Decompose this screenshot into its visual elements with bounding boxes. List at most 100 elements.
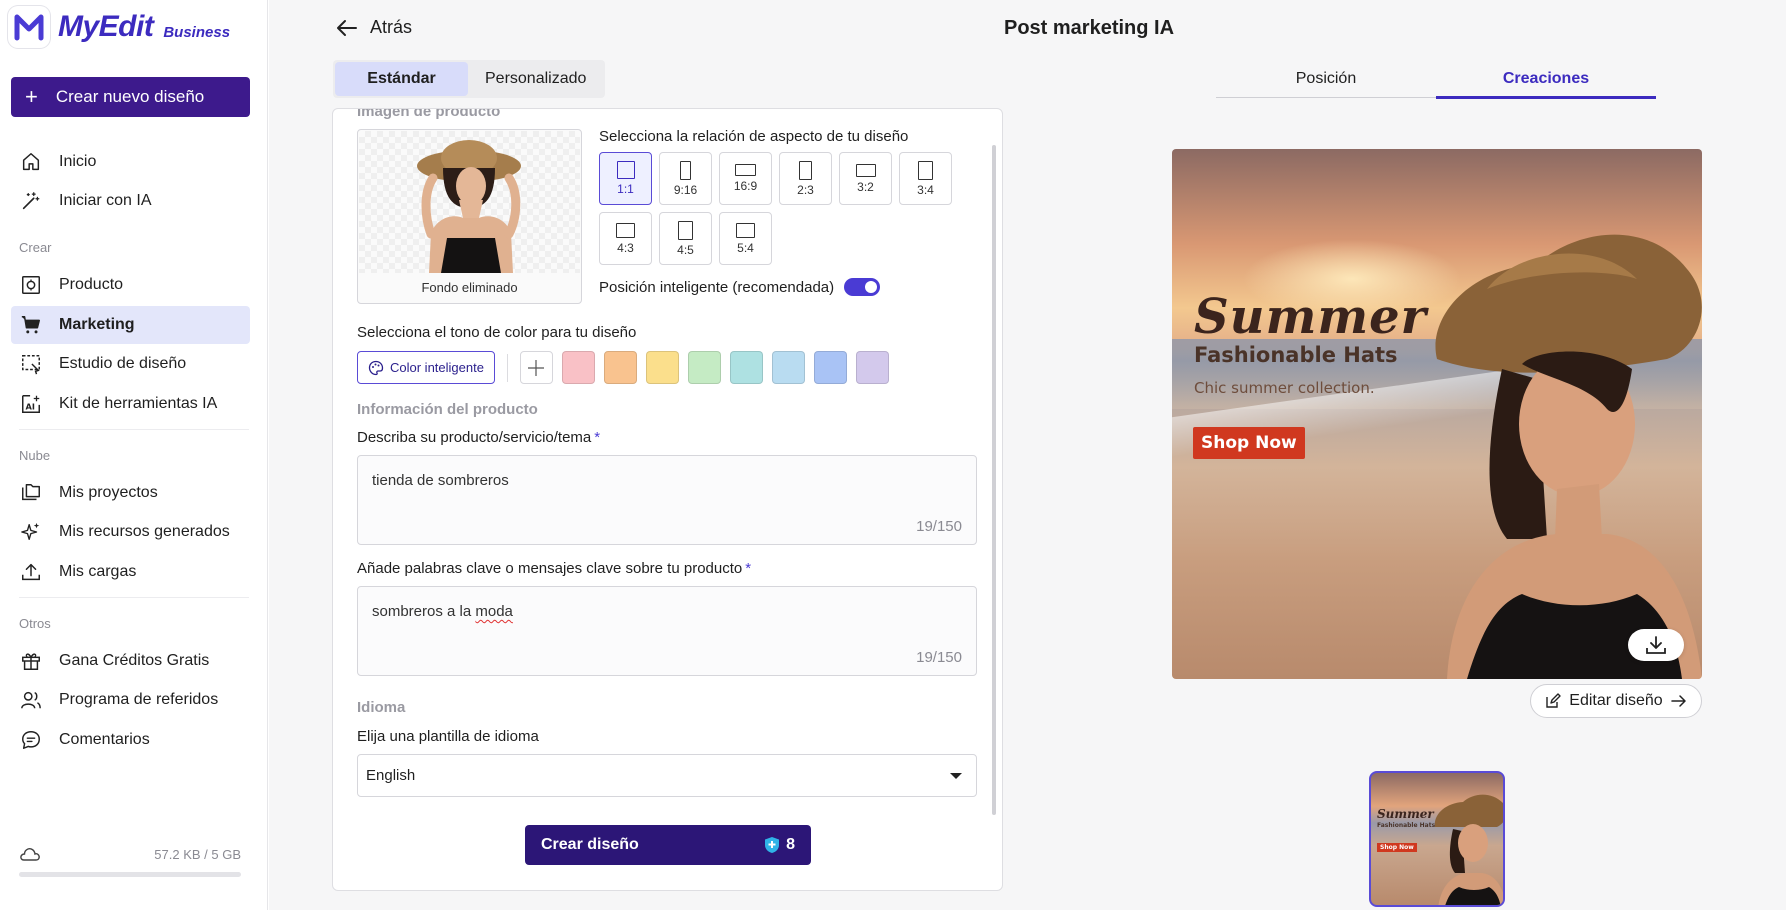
sidebar-item-label: Producto [59,276,124,293]
myedit-logo-icon [8,6,50,48]
sidebar-divider [19,429,249,430]
ratio-4-3[interactable]: 4:3 [599,212,652,265]
sidebar-item-programa-referidos[interactable]: Programa de referidos [11,681,250,719]
color-tone-title: Selecciona el tono de color para tu dise… [357,324,637,341]
sidebar-item-label: Mis recursos generados [59,523,230,540]
add-color-button[interactable] [519,351,553,384]
smart-color-button[interactable]: Color inteligente [357,351,495,384]
page-title: Post marketing IA [1004,17,1175,39]
sidebar-item-label: Mis cargas [59,563,137,580]
cart-icon [21,316,40,334]
section-label-crear: Crear [19,240,52,255]
ai-toolkit-icon: AI [22,395,40,413]
back-button[interactable]: Atrás [336,17,412,38]
ratio-5-4[interactable]: 5:4 [719,212,772,265]
edit-design-label: Editar diseño [1569,692,1663,709]
sidebar-item-producto[interactable]: Producto [11,266,250,304]
brand-name: MyEdit [58,10,154,43]
cloud-icon [20,848,40,861]
language-select[interactable]: English [357,754,977,797]
create-design-label: Crear diseño [541,836,639,853]
tab-personalizado[interactable]: Personalizado [468,62,603,96]
product-image-label: Imagen de producto [357,108,501,120]
sidebar: MyEdit Business + Crear nuevo diseño Ini… [0,0,268,910]
folders-icon [22,484,40,501]
palette-icon [368,360,384,375]
create-new-design-button[interactable]: + Crear nuevo diseño [11,77,250,117]
color-swatch-blue[interactable] [813,351,847,384]
keywords-textarea[interactable]: sombreros a la moda 19/150 [357,586,977,676]
generated-design-preview[interactable]: Summer Fashionable Hats Chic summer coll… [1172,149,1702,679]
color-swatch-pink[interactable] [561,351,595,384]
ratio-3-4[interactable]: 3:4 [899,152,952,205]
sidebar-item-marketing[interactable]: Marketing [11,306,250,344]
product-image-card[interactable]: Fondo eliminado [357,129,582,304]
home-icon [22,153,40,171]
storage-indicator: 57.2 KB / 5 GB [19,846,241,877]
color-swatch-orange[interactable] [603,351,637,384]
smart-position-toggle[interactable] [844,278,881,296]
edit-design-button[interactable]: Editar diseño [1530,684,1702,718]
arrow-left-icon [337,19,357,36]
color-swatch-yellow[interactable] [645,351,679,384]
ratio-9-16[interactable]: 9:16 [659,152,712,205]
section-label-otros: Otros [19,616,51,631]
design-headline: Summer [1194,289,1427,345]
language-label: Elija una plantilla de idioma [357,728,539,745]
download-icon [1646,636,1666,654]
color-swatch-teal[interactable] [729,351,763,384]
ratio-16-9[interactable]: 16:9 [719,152,772,205]
ratio-title: Selecciona la relación de aspecto de tu … [599,128,909,145]
logo[interactable]: MyEdit Business [8,6,230,48]
tab-posicion[interactable]: Posición [1216,60,1436,97]
color-swatch-light-blue[interactable] [771,351,805,384]
back-label: Atrás [370,17,413,37]
smart-color-label: Color inteligente [390,360,484,375]
storage-text: 57.2 KB / 5 GB [154,846,241,862]
sidebar-item-estudio-de-diseno[interactable]: Estudio de diseño [11,345,250,383]
product-image [417,140,521,273]
product-image-caption: Fondo eliminado [421,280,518,295]
download-button[interactable] [1628,629,1684,661]
tab-estandar[interactable]: Estándar [335,62,468,96]
ratio-3-2[interactable]: 3:2 [839,152,892,205]
create-design-button[interactable]: Crear diseño 8 [525,825,811,865]
describe-textarea[interactable]: tienda de sombreros 19/150 [357,455,977,545]
design-cta-button: Shop Now [1193,427,1305,459]
panel-scrollbar[interactable] [992,145,996,815]
describe-value: tienda de sombreros [372,472,509,489]
sidebar-item-inicio[interactable]: Inicio [11,143,250,181]
sidebar-item-label: Comentarios [59,731,150,748]
ratio-4-5[interactable]: 4:5 [659,212,712,265]
model-image [1435,234,1702,679]
sidebar-item-gana-creditos[interactable]: Gana Créditos Gratis [11,642,250,680]
sparkles-icon [21,522,40,541]
sidebar-item-comentarios[interactable]: Comentarios [11,721,250,759]
creation-thumbnail[interactable]: Summer Fashionable Hats Shop Now [1369,771,1505,907]
sidebar-item-mis-proyectos[interactable]: Mis proyectos [11,474,250,512]
section-label-nube: Nube [19,448,51,463]
color-tone-row: Color inteligente [357,351,889,384]
mode-tabs: Estándar Personalizado [333,60,606,98]
sidebar-item-kit-herramientas-ia[interactable]: AI Kit de herramientas IA [11,385,250,423]
sidebar-item-iniciar-con-ia[interactable]: Iniciar con IA [11,182,250,220]
sidebar-item-label: Marketing [59,316,135,333]
language-value: English [366,767,416,784]
keywords-value: sombreros a la moda [372,603,513,620]
ratio-1-1[interactable]: 1:1 [599,152,652,205]
sidebar-item-label: Estudio de diseño [59,355,187,372]
color-swatch-lavender[interactable] [855,351,889,384]
ratio-2-3[interactable]: 2:3 [779,152,832,205]
plus-icon: + [25,84,38,109]
credit-cost-value: 8 [786,836,795,853]
caret-down-icon [950,772,962,779]
gift-icon [22,653,40,670]
app-window: MyEdit Business + Crear nuevo diseño Ini… [0,0,1786,910]
sidebar-item-mis-cargas[interactable]: Mis cargas [11,553,250,591]
arrow-right-icon [1670,695,1686,707]
describe-label: Describa su producto/servicio/tema * [357,429,601,446]
color-swatch-green[interactable] [687,351,721,384]
tab-creaciones[interactable]: Creaciones [1436,60,1656,99]
credit-cost: 8 [764,836,795,854]
sidebar-item-mis-recursos[interactable]: Mis recursos generados [11,513,250,551]
